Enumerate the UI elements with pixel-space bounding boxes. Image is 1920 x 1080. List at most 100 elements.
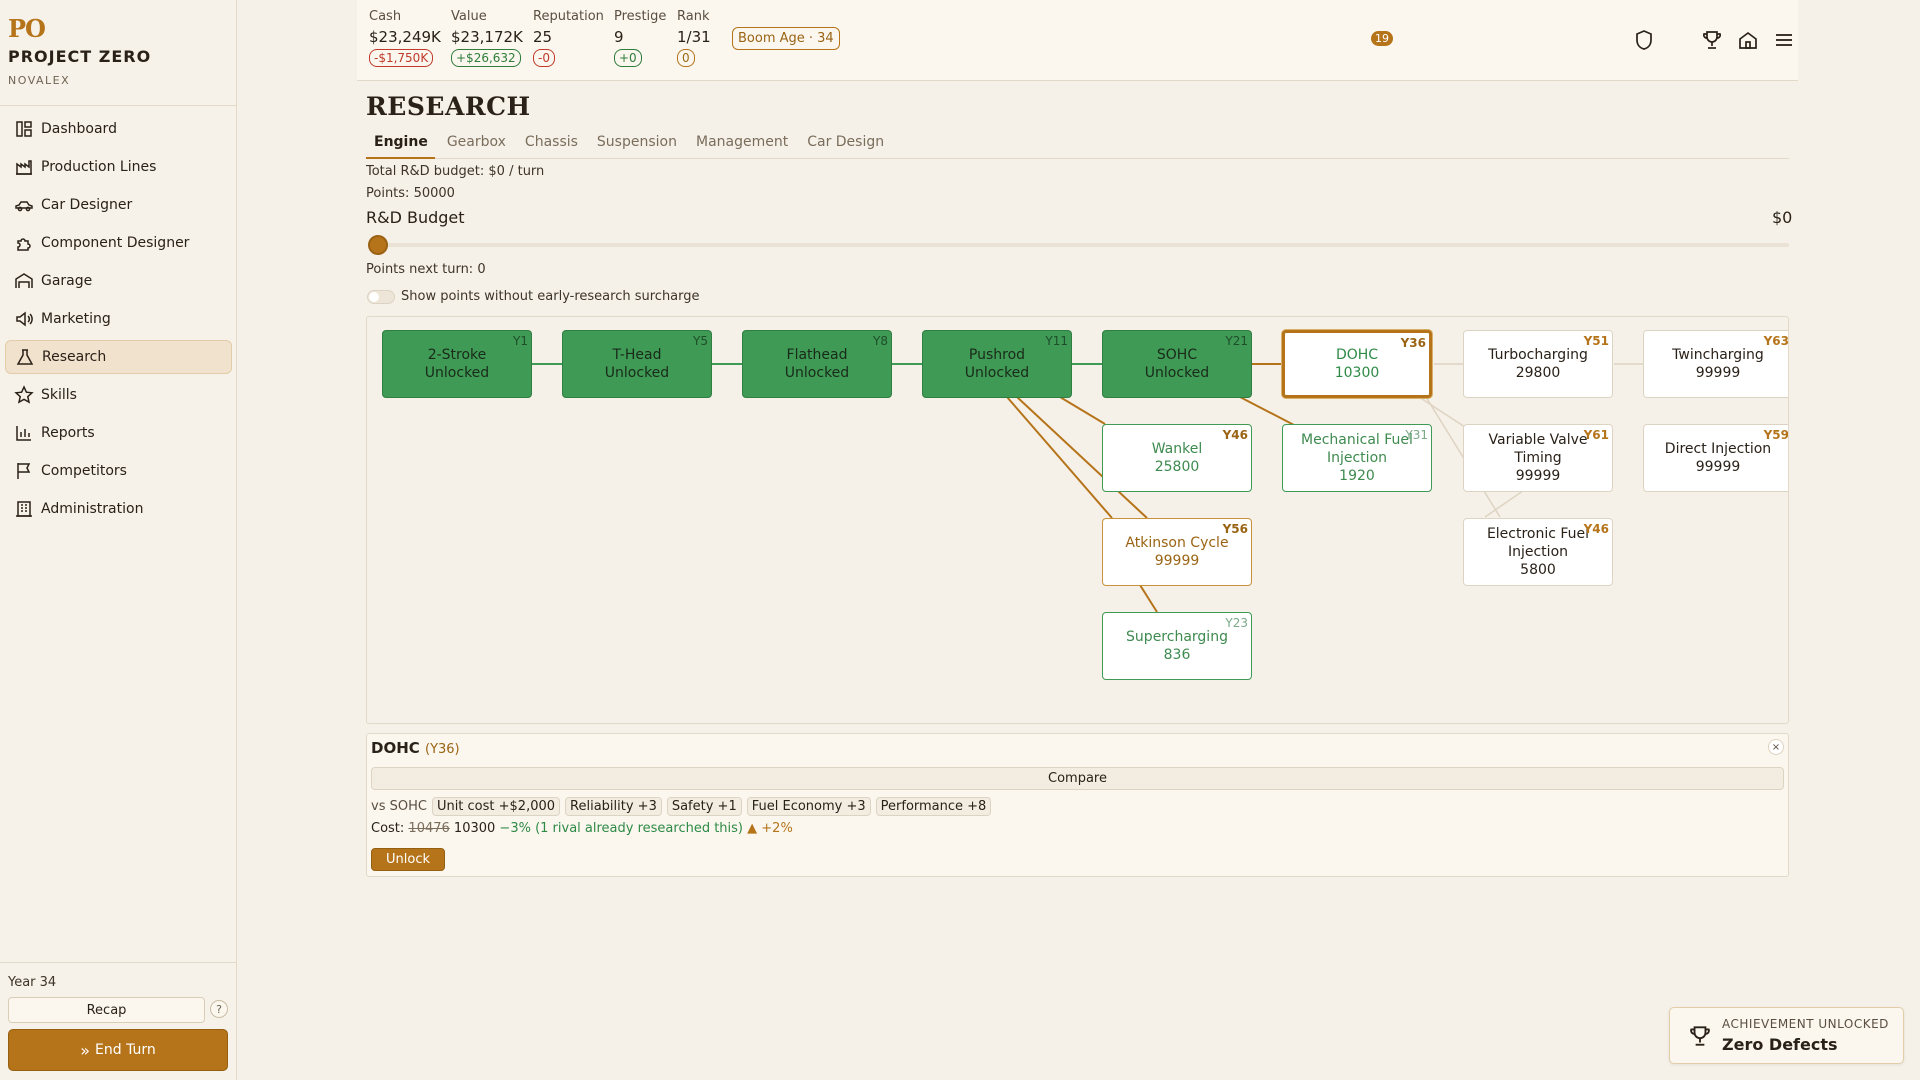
sidebar-item-label: Skills xyxy=(41,387,77,403)
tech-node-super[interactable]: Y23 Supercharging 836 xyxy=(1102,612,1252,680)
stat-chip: Reliability +3 xyxy=(565,797,662,816)
compare-button[interactable]: Compare xyxy=(371,767,1784,790)
tech-node-wankel[interactable]: Y46 Wankel 25800 xyxy=(1102,424,1252,492)
sidebar-item-label: Dashboard xyxy=(41,121,117,137)
cost-discount: −3% (1 rival already researched this) xyxy=(499,821,744,836)
recap-button[interactable]: Recap xyxy=(8,997,205,1023)
tech-node-di[interactable]: Y59 Direct Injection 99999 xyxy=(1643,424,1788,492)
tech-node-twin[interactable]: Y63 Twincharging 99999 xyxy=(1643,330,1788,398)
detail-year: (Y36) xyxy=(425,742,460,757)
comparison-row: vs SOHC Unit cost +$2,000 Reliability +3… xyxy=(371,797,992,816)
sidebar-item-research[interactable]: Research xyxy=(5,340,232,374)
toast-kicker: ACHIEVEMENT UNLOCKED xyxy=(1722,1017,1889,1031)
puzzle-icon xyxy=(17,238,31,251)
tech-node-turbo[interactable]: Y51 Turbocharging 29800 xyxy=(1463,330,1613,398)
tech-node-thead[interactable]: Y5 T-Head Unlocked xyxy=(562,330,712,398)
tech-node-sohc[interactable]: Y21 SOHC Unlocked xyxy=(1102,330,1252,398)
research-tabs: Engine Gearbox Chassis Suspension Manage… xyxy=(366,132,1789,159)
tech-node-status: 25800 xyxy=(1154,459,1200,475)
stat-cash: Cash $23,249K -$1,750K xyxy=(369,9,441,67)
tab-management[interactable]: Management xyxy=(688,132,795,159)
tech-node-name: Turbocharging xyxy=(1488,347,1588,363)
tech-node-year: Y56 xyxy=(1222,522,1248,536)
sidebar-item-label: Garage xyxy=(41,273,93,289)
sidebar-item-reports[interactable]: Reports xyxy=(5,416,232,450)
tab-gearbox[interactable]: Gearbox xyxy=(439,132,513,159)
sidebar-item-component-designer[interactable]: Component Designer xyxy=(5,226,232,260)
stat-label: Prestige xyxy=(614,9,667,24)
stat-delta: +$26,632 xyxy=(451,49,521,67)
menu-icon[interactable] xyxy=(1773,29,1795,51)
sidebar-item-garage[interactable]: Garage xyxy=(5,264,232,298)
connector-line xyxy=(1059,396,1106,425)
sidebar-item-label: Research xyxy=(42,349,107,365)
tab-car-design[interactable]: Car Design xyxy=(799,132,891,159)
tech-node-name: Wankel xyxy=(1151,441,1203,457)
stat-chip: Safety +1 xyxy=(666,797,742,816)
tech-node-name: Twincharging xyxy=(1672,347,1764,363)
sidebar-item-marketing[interactable]: Marketing xyxy=(5,302,232,336)
tab-suspension[interactable]: Suspension xyxy=(589,132,684,159)
logo-divider xyxy=(0,105,236,106)
shield-icon[interactable] xyxy=(1633,29,1655,51)
tech-node-dohc[interactable]: Y36 DOHC 10300 xyxy=(1282,330,1432,398)
surcharge-toggle[interactable] xyxy=(367,290,395,304)
bar-chart-icon xyxy=(16,426,31,441)
achievement-toast[interactable]: ACHIEVEMENT UNLOCKED Zero Defects xyxy=(1669,1007,1904,1064)
sidebar-footer xyxy=(0,962,236,975)
tech-node-atkinson[interactable]: Y56 Atkinson Cycle 99999 xyxy=(1102,518,1252,586)
tech-node-name: T-Head xyxy=(612,347,662,363)
tab-chassis[interactable]: Chassis xyxy=(517,132,585,159)
trophy-icon[interactable] xyxy=(1701,29,1723,51)
help-button[interactable]: ? xyxy=(210,1000,228,1018)
tech-node-year: Y51 xyxy=(1583,334,1609,348)
detail-name: DOHC xyxy=(371,739,420,757)
stat-delta: -$1,750K xyxy=(369,49,434,67)
megaphone-icon xyxy=(16,311,33,327)
close-button[interactable]: × xyxy=(1768,739,1784,755)
tech-node-vvt[interactable]: Y61 Variable Valve Timing 99999 xyxy=(1463,424,1613,492)
tech-detail-panel: DOHC (Y36) × Compare vs SOHC Unit cost +… xyxy=(366,733,1789,877)
tech-node-pushrod[interactable]: Y11 Pushrod Unlocked xyxy=(922,330,1072,398)
detail-title: DOHC (Y36) xyxy=(371,739,460,757)
sidebar-item-label: Production Lines xyxy=(41,159,157,175)
budget-slider-thumb[interactable] xyxy=(368,235,388,255)
tech-node-efi[interactable]: Y46 Electronic Fuel Injection 5800 xyxy=(1463,518,1613,586)
tech-node-year: Y36 xyxy=(1400,336,1426,350)
connector-line xyxy=(1239,396,1295,426)
sidebar-item-production-lines[interactable]: Production Lines xyxy=(5,150,232,184)
stat-label: Rank xyxy=(677,9,710,24)
tab-engine[interactable]: Engine xyxy=(366,132,435,159)
stat-label: Reputation xyxy=(533,9,604,24)
stat-chip: Performance +8 xyxy=(875,797,992,816)
end-turn-label: End Turn xyxy=(95,1042,156,1058)
tech-node-status: Unlocked xyxy=(784,365,850,381)
sidebar-item-label: Component Designer xyxy=(41,235,190,251)
tech-node-status: Unlocked xyxy=(604,365,670,381)
tech-node-year: Y21 xyxy=(1225,334,1248,348)
tech-node-year: Y61 xyxy=(1583,428,1609,442)
points-text: Points: 50000 xyxy=(366,186,455,201)
stat-rank: Rank 1/31 0 xyxy=(677,9,711,67)
unlock-button[interactable]: Unlock xyxy=(371,848,445,871)
tech-node-mfi[interactable]: Y31 Mechanical Fuel Injection 1920 xyxy=(1282,424,1432,492)
logo-subtitle: NOVALEX xyxy=(8,74,71,87)
tech-node-2stroke[interactable]: Y1 2-Stroke Unlocked xyxy=(382,330,532,398)
sidebar-item-competitors[interactable]: Competitors xyxy=(5,454,232,488)
tech-node-name: 2-Stroke xyxy=(427,347,487,363)
stat-chip: Unit cost +$2,000 xyxy=(431,797,561,816)
page-title: RESEARCH xyxy=(366,92,531,121)
end-turn-button[interactable]: » End Turn xyxy=(8,1029,228,1071)
sidebar: PO PROJECT ZERO NOVALEX Dashboard Produc… xyxy=(0,0,237,1080)
sidebar-item-dashboard[interactable]: Dashboard xyxy=(5,112,232,146)
stat-value-total: Value $23,172K +$26,632 xyxy=(451,9,523,67)
tech-node-year: Y46 xyxy=(1222,428,1248,442)
budget-slider-track[interactable] xyxy=(377,243,1789,247)
sidebar-item-administration[interactable]: Administration xyxy=(5,492,232,526)
sidebar-item-car-designer[interactable]: Car Designer xyxy=(5,188,232,222)
sidebar-item-skills[interactable]: Skills xyxy=(5,378,232,412)
tech-node-flathead[interactable]: Y8 Flathead Unlocked xyxy=(742,330,892,398)
tech-node-status: 5800 xyxy=(1520,562,1556,578)
home-icon[interactable] xyxy=(1737,29,1759,51)
sidebar-item-label: Reports xyxy=(41,425,95,441)
